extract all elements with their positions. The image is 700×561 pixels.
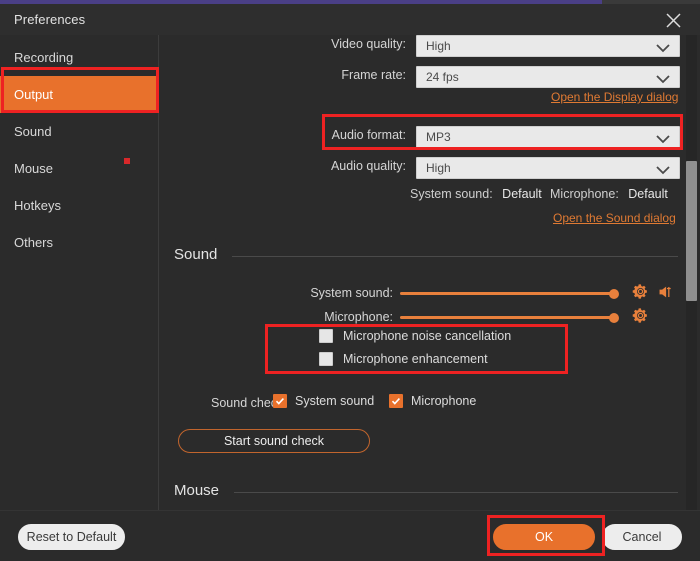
microphone-settings-button[interactable] [632, 307, 649, 324]
microphone-slider[interactable] [400, 316, 618, 319]
checkbox-box [319, 352, 333, 366]
reset-to-default-label: Reset to Default [27, 530, 117, 544]
start-sound-check-label: Start sound check [224, 434, 324, 448]
sound-section-header: Sound [174, 246, 682, 266]
checkbox-box [273, 394, 287, 408]
section-divider [234, 492, 678, 493]
checkbox-label: Microphone noise cancellation [343, 329, 511, 343]
sound-section-title: Sound [174, 246, 217, 263]
preferences-dialog: Preferences Recording Output Sound Mouse… [0, 0, 700, 561]
sound-check-microphone-checkbox[interactable]: Microphone [389, 394, 476, 408]
audio-format-select[interactable]: MP3 [416, 126, 680, 148]
system-sound-device: System sound: Default [410, 187, 542, 201]
ok-button[interactable]: OK [493, 524, 595, 550]
cancel-label: Cancel [623, 530, 662, 544]
sidebar-item-hotkeys[interactable]: Hotkeys [0, 187, 158, 224]
system-sound-volume-row: System sound: [160, 285, 685, 303]
video-quality-row: Video quality: High [160, 35, 685, 57]
settings-content: Video quality: High Frame rate: 24 fps O… [160, 35, 700, 510]
start-sound-check-button[interactable]: Start sound check [178, 429, 370, 453]
mouse-section-title: Mouse [174, 482, 219, 499]
microphone-device: Microphone: Default [550, 187, 668, 201]
sidebar-item-output[interactable]: Output [0, 76, 158, 113]
page-title: Preferences [14, 12, 85, 27]
system-sound-slider[interactable] [400, 292, 618, 295]
microphone-slider-handle[interactable] [609, 313, 619, 323]
chevron-down-icon [656, 40, 670, 58]
microphone-enhancement-checkbox[interactable]: Microphone enhancement [319, 352, 488, 366]
audio-quality-value: High [426, 161, 451, 175]
chevron-down-icon [656, 131, 670, 149]
checkbox-box [319, 329, 333, 343]
video-quality-select[interactable]: High [416, 35, 680, 57]
system-sound-device-label: System sound: [410, 187, 493, 201]
content-scrollbar[interactable] [686, 35, 697, 510]
title-bar: Preferences [0, 4, 700, 35]
close-button[interactable] [654, 6, 692, 34]
sidebar-item-label: Recording [14, 50, 73, 65]
sidebar-item-label: Others [14, 235, 53, 250]
dialog-footer: Reset to Default OK Cancel [0, 510, 700, 561]
audio-format-label: Audio format: [332, 128, 406, 142]
system-sound-volume-label: System sound: [310, 286, 393, 300]
chevron-down-icon [656, 71, 670, 89]
sidebar-item-others[interactable]: Others [0, 224, 158, 261]
mouse-section-header: Mouse [174, 482, 682, 502]
system-sound-slider-handle[interactable] [609, 289, 619, 299]
system-sound-settings-button[interactable] [632, 283, 649, 300]
microphone-noise-cancellation-checkbox[interactable]: Microphone noise cancellation [319, 329, 511, 343]
frame-rate-value: 24 fps [426, 70, 459, 84]
microphone-volume-label: Microphone: [324, 310, 393, 324]
audio-quality-select[interactable]: High [416, 157, 680, 179]
ok-label: OK [535, 530, 553, 544]
reset-to-default-button[interactable]: Reset to Default [18, 524, 125, 550]
frame-rate-label: Frame rate: [341, 68, 406, 82]
scrollbar-thumb[interactable] [686, 161, 697, 301]
audio-quality-label: Audio quality: [331, 159, 406, 173]
sidebar-item-sound[interactable]: Sound [0, 113, 158, 150]
sidebar: Recording Output Sound Mouse Hotkeys Oth… [0, 35, 159, 510]
section-divider [232, 256, 678, 257]
close-icon [666, 13, 681, 28]
sidebar-item-mouse-badge [124, 158, 130, 164]
audio-quality-row: Audio quality: High [160, 157, 685, 179]
frame-rate-row: Frame rate: 24 fps [160, 66, 685, 88]
sidebar-item-label: Hotkeys [14, 198, 61, 213]
microphone-volume-row: Microphone: [160, 309, 685, 327]
system-sound-slider-fill [400, 292, 618, 295]
sidebar-item-label: Sound [14, 124, 52, 139]
sidebar-item-label: Mouse [14, 161, 53, 176]
checkbox-box [389, 394, 403, 408]
chevron-down-icon [656, 162, 670, 180]
cancel-button[interactable]: Cancel [602, 524, 682, 550]
sidebar-item-mouse[interactable]: Mouse [0, 150, 158, 187]
system-sound-device-value: Default [502, 187, 542, 201]
open-sound-dialog-link[interactable]: Open the Sound dialog [553, 211, 676, 225]
video-quality-label: Video quality: [331, 37, 406, 51]
audio-format-value: MP3 [426, 130, 451, 144]
sidebar-item-recording[interactable]: Recording [0, 39, 158, 76]
checkbox-label: Microphone [411, 394, 476, 408]
microphone-slider-fill [400, 316, 618, 319]
frame-rate-select[interactable]: 24 fps [416, 66, 680, 88]
microphone-device-value: Default [628, 187, 668, 201]
open-display-dialog-link[interactable]: Open the Display dialog [551, 90, 678, 104]
speaker-icon [658, 287, 675, 304]
gear-icon [632, 287, 649, 304]
gear-icon [632, 311, 649, 328]
checkbox-label: Microphone enhancement [343, 352, 488, 366]
system-sound-output-button[interactable] [658, 284, 675, 300]
sidebar-item-label: Output [14, 87, 53, 102]
video-quality-value: High [426, 39, 451, 53]
microphone-device-label: Microphone: [550, 187, 619, 201]
audio-format-row: Audio format: MP3 [160, 126, 685, 148]
sound-check-system-sound-checkbox[interactable]: System sound [273, 394, 374, 408]
checkbox-label: System sound [295, 394, 374, 408]
